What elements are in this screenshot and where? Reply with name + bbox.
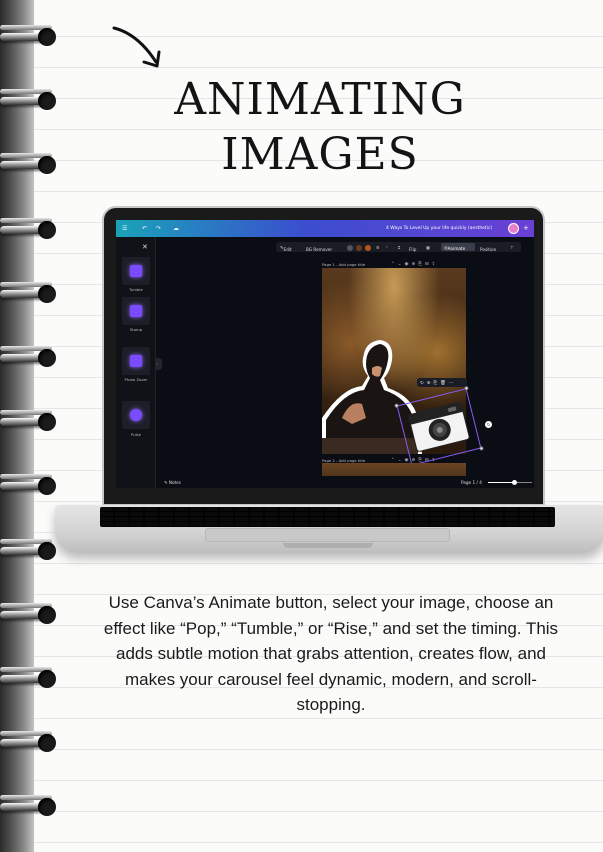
notes-button[interactable]: ✎ Notes	[164, 480, 181, 485]
rotate-handle[interactable]: ↻	[485, 421, 492, 428]
effect-label: Photo Zoom	[124, 377, 148, 382]
title-line-2: IMAGES	[221, 129, 419, 180]
element-quick-actions[interactable]: ↻⊕⎘🗑⋯	[417, 378, 467, 387]
border-style-icon[interactable]: ≡	[376, 245, 380, 250]
binder-ring	[0, 343, 62, 373]
body-paragraph: Use Canva’s Animate button, select your …	[103, 593, 559, 714]
edit-button[interactable]: ✎ Edit	[280, 245, 292, 253]
animate-label: Animate	[447, 245, 466, 251]
page-1-label[interactable]: Page 1 - Add page title	[322, 262, 365, 267]
color-swatch[interactable]	[356, 244, 362, 251]
arrow-icon	[112, 26, 161, 68]
binder-ring	[0, 86, 62, 116]
add-collaborator-icon[interactable]: +	[523, 224, 529, 232]
notes-label: Notes	[168, 480, 181, 485]
page-actions[interactable]: ⌃⌄◉⊕⎘⊟⇪	[391, 261, 438, 267]
binder-ring	[0, 664, 62, 694]
binder-ring	[0, 536, 62, 566]
laptop-trackpad	[205, 528, 450, 542]
corner-rounding-icon[interactable]: ◜	[386, 245, 388, 250]
zoom-slider-fill	[488, 481, 515, 483]
editor-bottom-bar: ✎ Notes Page 1 / 4	[156, 476, 534, 488]
canva-topbar: ☰ ↶ ↷ ☁ 4 Ways To Level Up your life qui…	[116, 220, 534, 237]
paint-format-icon[interactable]: ⊤	[510, 245, 514, 250]
flip-label: Flip	[409, 247, 417, 252]
close-icon[interactable]: ✕	[142, 243, 148, 251]
bg-remover-label: BG Remover	[306, 247, 333, 252]
menu-icon[interactable]: ☰	[122, 225, 127, 232]
zoom-slider-knob[interactable]	[511, 479, 517, 485]
binder-ring	[0, 407, 62, 437]
title-line-1: ANIMATING	[174, 74, 466, 125]
color-swatch[interactable]	[365, 244, 371, 251]
tumble-icon	[130, 265, 142, 277]
resize-handle[interactable]	[479, 445, 484, 451]
laptop-notch	[283, 543, 373, 548]
binder-ring	[0, 150, 62, 180]
binder-ring	[0, 471, 62, 501]
effect-pulse[interactable]	[122, 401, 150, 429]
crop-icon[interactable]: ⌗	[398, 245, 400, 250]
page-indicator[interactable]: Page 1 / 4	[461, 480, 482, 485]
effect-label: Stomp	[129, 327, 143, 332]
zoom-slider[interactable]	[488, 479, 532, 485]
effect-photo-zoom[interactable]	[122, 347, 150, 375]
effect-tumble[interactable]	[122, 257, 150, 285]
effect-stomp[interactable]	[122, 297, 150, 325]
binder-ring	[0, 22, 62, 52]
binder-ring	[0, 215, 62, 245]
binder-ring	[0, 728, 62, 758]
color-swatch[interactable]	[347, 244, 353, 251]
binder-ring	[0, 279, 62, 309]
laptop-keyboard	[100, 507, 555, 527]
stomp-icon	[130, 305, 142, 317]
binder-ring	[0, 792, 62, 822]
cloud-save-icon[interactable]: ☁	[173, 225, 179, 232]
page-title: ANIMATING IMAGES	[120, 72, 520, 182]
canva-screen: ☰ ↶ ↷ ☁ 4 Ways To Level Up your life qui…	[116, 220, 534, 488]
effect-label: Pulse	[131, 432, 141, 437]
position-label: Position	[480, 247, 497, 252]
document-title[interactable]: 4 Ways To Level Up your life quickly (ae…	[386, 226, 492, 231]
redo-icon[interactable]: ↷	[156, 225, 161, 232]
avatar[interactable]	[508, 223, 519, 234]
editor-toolbar: ✎ Edit BG Remover ≡ ◜ ⌗ Flip ▦ ◎ Animate…	[276, 242, 521, 252]
undo-icon[interactable]: ↶	[142, 225, 147, 232]
edit-label: Edit	[283, 247, 292, 252]
transparency-icon[interactable]: ▦	[426, 245, 430, 250]
resize-handle[interactable]	[394, 403, 399, 409]
photo-zoom-icon	[130, 355, 142, 367]
effect-label: Tumble	[129, 287, 143, 292]
pulse-icon	[130, 409, 142, 421]
binder-ring	[0, 600, 62, 630]
animate-button[interactable]: ◎ Animate	[441, 243, 475, 251]
animate-side-panel: ✕ Tumble Stomp Photo Zoom Pulse	[116, 237, 156, 488]
collapse-panel-handle[interactable]: ‹	[156, 358, 162, 370]
